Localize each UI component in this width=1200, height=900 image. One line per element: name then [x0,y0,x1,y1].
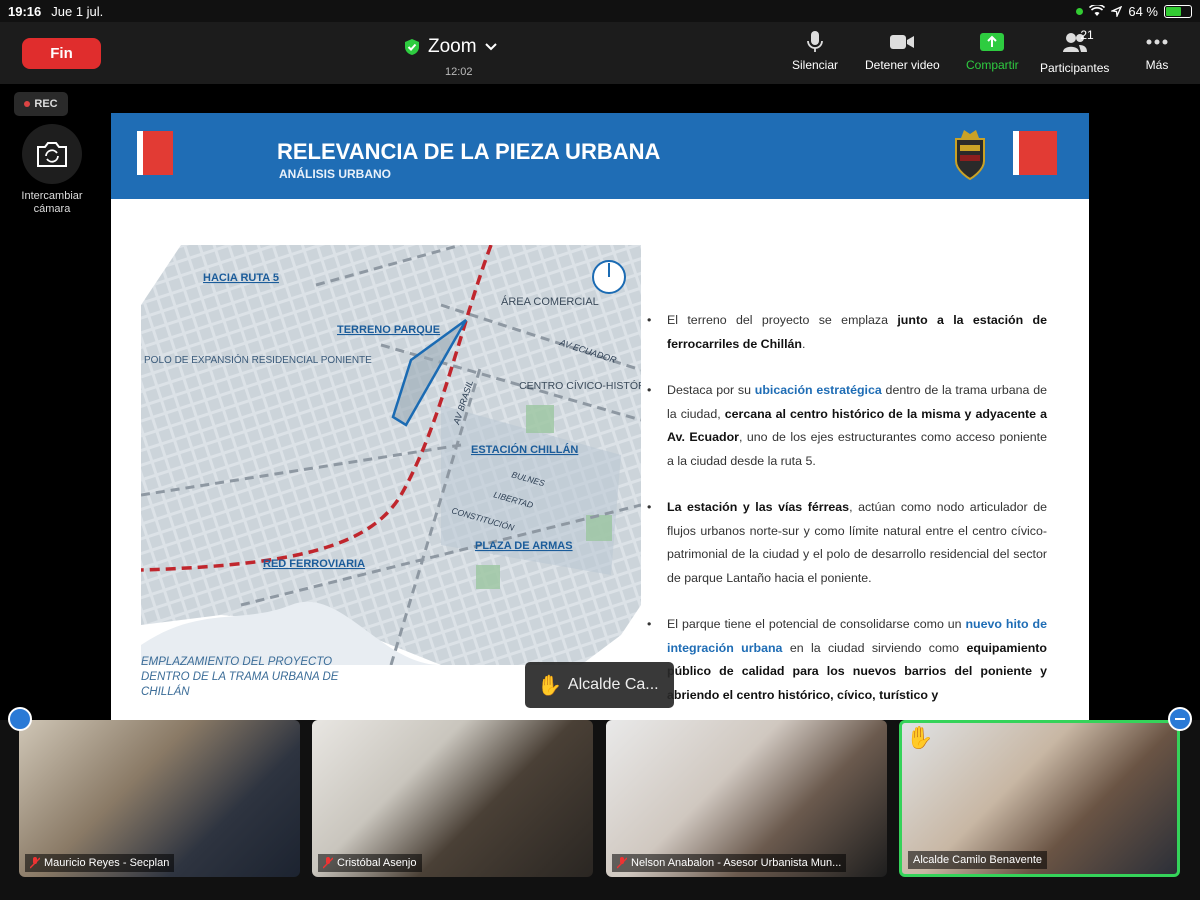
map-label-area-comercial: ÁREA COMERCIAL [501,295,599,308]
pin-video-icon[interactable] [8,707,32,731]
battery-percent: 64 % [1128,3,1158,19]
more-dots-icon [1146,39,1168,45]
participant-name: Mauricio Reyes - Secplan [44,857,170,869]
bullet-3: La estación y las vías férreas, actúan c… [647,496,1047,590]
chillan-coat-of-arms-icon [955,130,985,181]
bullet-4-text: El parque tiene el potencial de consolid… [667,617,966,631]
slide-title: RELEVANCIA DE LA PIEZA URBANA [277,139,661,164]
camera-rotate-icon [37,142,67,167]
map-label-ruta5: HACIA RUTA 5 [203,272,279,284]
participant-name-tag: Cristóbal Asenjo [318,854,422,872]
raised-hand-icon: ✋ [537,674,562,697]
map-label-plaza: PLAZA DE ARMAS [475,540,573,552]
status-time: 19:16 [8,3,42,19]
mic-muted-icon [323,857,333,869]
share-screen-icon [980,33,1005,51]
status-date: Jue 1 jul. [51,3,104,19]
bullet-2-highlight: ubicación estratégica [754,383,882,397]
participants-button[interactable]: 21 Participantes [1040,28,1110,75]
mute-button[interactable]: Silenciar [792,30,838,72]
participant-tile-1[interactable]: Mauricio Reyes - Secplan [19,720,300,877]
participant-name-tag: Mauricio Reyes - Secplan [25,854,175,872]
meeting-timer: 12:02 [445,66,473,78]
record-dot-icon [24,101,31,107]
urban-map: HACIA RUTA 5 ÁREA COMERCIAL TERRENO PARQ… [141,245,641,665]
slide-header: RELEVANCIA DE LA PIEZA URBANA ANÁLISIS U… [111,113,1089,199]
mic-muted-icon [30,857,40,869]
bullet-1-text: El terreno del proyecto se emplaza [667,313,898,327]
share-label: Compartir [966,58,1019,72]
government-logo-right [1013,131,1057,175]
battery-icon [1164,4,1192,18]
chevron-down-icon [484,43,497,51]
map-label-polo: POLO DE EXPANSIÓN RESIDENCIAL PONIENTE [144,353,372,366]
minimize-strip-icon[interactable] [1168,707,1192,731]
bullet-2-text: Destaca por su [667,383,755,397]
bullet-1-end: . [801,336,806,351]
more-label: Más [1145,58,1169,72]
government-logo-left [137,131,173,175]
bullet-3-bold: La estación y las vías férreas [667,500,850,514]
wifi-icon [1089,5,1106,16]
shared-screen: RELEVANCIA DE LA PIEZA URBANA ANÁLISIS U… [111,113,1089,720]
shield-check-icon [405,39,419,55]
raised-hand-name: Alcalde Ca... [567,676,659,693]
location-icon [1111,5,1123,17]
map-label-terreno: TERRENO PARQUE [337,324,440,336]
raised-hand-notice[interactable]: ✋ Alcalde Ca... [525,662,674,708]
map-caption: EMPLAZAMIENTO DEL PROYECTO DENTRO DE LA … [141,656,339,698]
camera-indicator-icon [1076,7,1084,15]
participant-name-tag: Nelson Anabalon - Asesor Urbanista Mun..… [612,854,847,872]
mute-label: Silenciar [792,58,839,72]
meeting-toolbar: Fin Zoom 12:02 Silenciar Detener video C… [0,22,1200,84]
map-label-centro: CENTRO CÍVICO-HISTÓRICO [519,379,641,392]
more-button[interactable]: Más [1144,30,1170,72]
participants-count: 21 [1080,28,1094,42]
app-title: Zoom [428,36,477,57]
rec-label: REC [34,98,58,110]
bullet-2: Destaca por su ubicación estratégica den… [647,379,1047,473]
switch-camera-label: Intercambiar cámara [21,190,83,215]
share-button[interactable]: Compartir [966,30,1019,72]
stop-video-button[interactable]: Detener video [865,30,940,72]
participant-name-tag: Alcalde Camilo Benavente [908,851,1048,869]
meeting-title[interactable]: Zoom [404,36,497,58]
bullet-4-text-b: en la ciudad sirviendo como [782,640,967,655]
participants-label: Participantes [1040,61,1110,75]
stop-video-label: Detener video [865,58,940,72]
status-bar: 19:16 Jue 1 jul. 64 % [0,0,1200,22]
participant-name: Nelson Anabalon - Asesor Urbanista Mun..… [631,857,842,869]
slide-subtitle: ANÁLISIS URBANO [279,167,392,181]
slide-bullets: El terreno del proyecto se emplaza junto… [647,309,1047,720]
bullet-1: El terreno del proyecto se emplaza junto… [647,309,1047,356]
participant-tile-2[interactable]: Cristóbal Asenjo [312,720,593,877]
recording-indicator: REC [14,92,68,116]
microphone-icon [807,31,823,52]
participant-name: Cristóbal Asenjo [337,857,417,869]
bullet-4: El parque tiene el potencial de consolid… [647,613,1047,707]
participant-name: Alcalde Camilo Benavente [913,854,1043,866]
raised-hand-icon: ✋ [906,725,934,750]
participant-tile-4[interactable]: ✋ Alcalde Camilo Benavente [899,720,1180,877]
map-label-red: RED FERROVIARIA [263,558,365,570]
end-meeting-button[interactable]: Fin [22,38,101,69]
switch-camera-button[interactable] [22,124,82,184]
map-label-estacion: ESTACIÓN CHILLÁN [471,443,578,456]
video-camera-icon [890,35,915,49]
mic-muted-icon [617,857,627,869]
participant-tile-3[interactable]: Nelson Anabalon - Asesor Urbanista Mun..… [606,720,887,877]
